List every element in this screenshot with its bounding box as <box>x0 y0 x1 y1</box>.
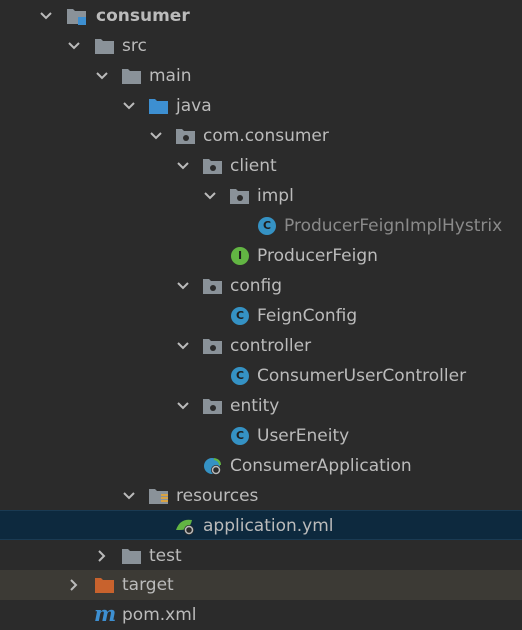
tree-node-consumer-application[interactable]: ConsumerApplication <box>0 451 522 481</box>
spring-yaml-icon <box>176 519 194 535</box>
package-icon <box>203 399 222 414</box>
tree-node-pom-xml[interactable]: m pom.xml <box>0 600 522 630</box>
tree-node-producer-feign-impl-hystrix[interactable]: C ProducerFeignImplHystrix <box>0 211 522 241</box>
chevron-down-icon[interactable] <box>175 398 191 414</box>
tree-node-label: entity <box>230 396 280 416</box>
tree-node-impl[interactable]: impl <box>0 181 522 211</box>
tree-node-application-yml[interactable]: application.yml <box>0 510 522 540</box>
tree-node-user-eneity[interactable]: C UserEneity <box>0 421 522 451</box>
tree-node-label: target <box>122 575 174 595</box>
tree-node-label: test <box>149 546 182 566</box>
chevron-down-icon[interactable] <box>121 98 137 114</box>
package-icon <box>230 189 249 204</box>
module-folder-icon <box>67 9 86 25</box>
chevron-down-icon[interactable] <box>148 128 164 144</box>
chevron-down-icon[interactable] <box>38 8 54 24</box>
tree-node-label: application.yml <box>203 516 334 536</box>
tree-node-label: config <box>230 276 283 296</box>
tree-node-resources[interactable]: resources <box>0 481 522 511</box>
spring-boot-app-icon <box>204 458 221 475</box>
tree-node-controller[interactable]: controller <box>0 331 522 361</box>
tree-node-target[interactable]: target <box>0 570 522 600</box>
chevron-down-icon[interactable] <box>175 158 191 174</box>
package-icon <box>203 159 222 174</box>
source-folder-icon <box>149 99 168 114</box>
tree-node-test[interactable]: test <box>0 541 522 571</box>
folder-icon <box>122 549 141 564</box>
tree-node-label: controller <box>230 336 312 356</box>
tree-node-feign-config[interactable]: C FeignConfig <box>0 301 522 331</box>
tree-node-consumer[interactable]: consumer <box>0 1 522 31</box>
tree-node-com-consumer[interactable]: com.consumer <box>0 121 522 151</box>
interface-icon: I <box>231 247 249 265</box>
resources-folder-icon <box>149 489 168 504</box>
tree-node-label: main <box>149 66 192 86</box>
tree-node-label: ProducerFeignImplHystrix <box>284 216 503 236</box>
tree-node-label: client <box>230 156 277 176</box>
tree-node-src[interactable]: src <box>0 31 522 61</box>
tree-node-config[interactable]: config <box>0 271 522 301</box>
class-icon: C <box>231 307 249 325</box>
chevron-down-icon[interactable] <box>94 68 110 84</box>
tree-node-java[interactable]: java <box>0 91 522 121</box>
tree-node-label: UserEneity <box>257 426 350 446</box>
chevron-down-icon[interactable] <box>202 188 218 204</box>
chevron-right-icon[interactable] <box>66 577 82 593</box>
tree-node-label: FeignConfig <box>257 306 358 326</box>
class-icon: C <box>231 367 249 385</box>
tree-node-label: ProducerFeign <box>257 246 378 266</box>
chevron-down-icon[interactable] <box>121 488 137 504</box>
tree-node-label: ConsumerApplication <box>230 456 412 476</box>
chevron-down-icon[interactable] <box>66 38 82 54</box>
chevron-down-icon[interactable] <box>175 338 191 354</box>
tree-node-label: impl <box>257 186 294 206</box>
package-icon <box>203 279 222 294</box>
maven-icon: m <box>94 601 117 626</box>
tree-node-producer-feign[interactable]: I ProducerFeign <box>0 241 522 271</box>
tree-node-label: com.consumer <box>203 126 329 146</box>
tree-node-label: pom.xml <box>122 605 197 625</box>
tree-node-label: resources <box>176 486 259 506</box>
package-icon <box>203 339 222 354</box>
tree-node-label: java <box>176 96 212 116</box>
excluded-folder-icon <box>95 578 114 593</box>
tree-node-entity[interactable]: entity <box>0 391 522 421</box>
class-icon: C <box>258 217 276 235</box>
tree-node-main[interactable]: main <box>0 61 522 91</box>
tree-node-client[interactable]: client <box>0 151 522 181</box>
tree-node-label: ConsumerUserController <box>257 366 467 386</box>
tree-node-label: consumer <box>96 6 190 26</box>
tree-node-consumer-user-controller[interactable]: C ConsumerUserController <box>0 361 522 391</box>
folder-icon <box>95 39 114 54</box>
folder-icon <box>122 69 141 84</box>
class-icon: C <box>231 427 249 445</box>
chevron-down-icon[interactable] <box>175 278 191 294</box>
chevron-right-icon[interactable] <box>94 548 110 564</box>
package-icon <box>176 129 195 144</box>
tree-node-label: src <box>122 36 147 56</box>
